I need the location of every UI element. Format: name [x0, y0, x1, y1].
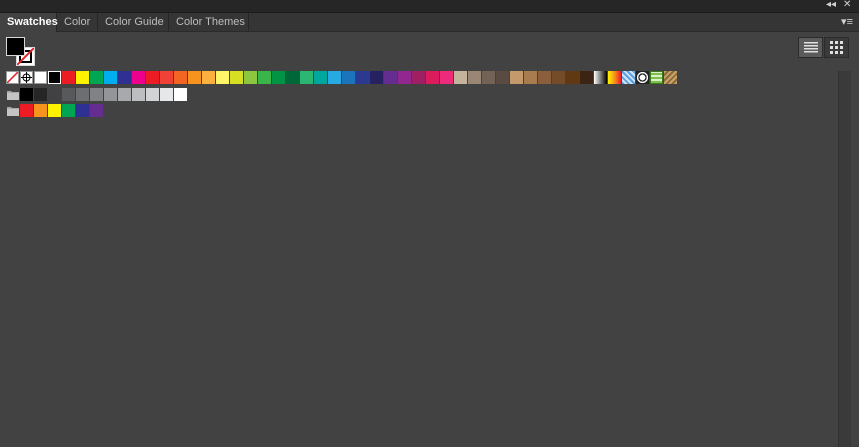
color-swatch[interactable] [146, 88, 159, 101]
color-swatch[interactable] [356, 71, 369, 84]
grays-swatches [20, 88, 188, 102]
color-swatch[interactable] [244, 71, 257, 84]
swatch-gradient-bw[interactable] [594, 71, 607, 84]
color-swatch[interactable] [62, 71, 75, 84]
color-swatch[interactable] [118, 71, 131, 84]
color-swatch[interactable] [524, 71, 537, 84]
tab-swatches[interactable]: Swatches [0, 13, 58, 32]
color-swatch[interactable] [76, 88, 89, 101]
close-panel-icon[interactable]: ✕ [843, 0, 851, 11]
color-swatch[interactable] [286, 71, 299, 84]
registration-icon [21, 72, 32, 83]
color-swatch[interactable] [160, 71, 173, 84]
list-view-button[interactable] [798, 37, 823, 58]
panel-tab-bar: Swatches Color Color Guide Color Themes … [0, 13, 859, 32]
vertical-scrollbar[interactable] [838, 71, 851, 447]
process-color-swatches [62, 71, 594, 85]
color-swatch[interactable] [90, 104, 103, 117]
none-icon [7, 72, 18, 83]
folder-shape-icon [6, 90, 19, 100]
color-swatch[interactable] [174, 71, 187, 84]
color-swatch[interactable] [398, 71, 411, 84]
collapse-panel-icon[interactable]: ◂◂ [826, 0, 836, 11]
color-swatch[interactable] [90, 71, 103, 84]
color-swatch[interactable] [20, 88, 33, 101]
tab-color[interactable]: Color [57, 13, 98, 31]
color-swatch[interactable] [370, 71, 383, 84]
color-swatch[interactable] [188, 71, 201, 84]
color-swatch[interactable] [146, 71, 159, 84]
color-swatch[interactable] [566, 71, 579, 84]
swatch-pattern-radial[interactable] [636, 71, 649, 84]
color-swatch[interactable] [132, 71, 145, 84]
color-swatch[interactable] [216, 71, 229, 84]
folder-icon[interactable] [6, 88, 19, 101]
color-swatch[interactable] [104, 88, 117, 101]
color-swatch[interactable] [342, 71, 355, 84]
color-swatch[interactable] [482, 71, 495, 84]
color-swatch[interactable] [34, 104, 47, 117]
color-swatch[interactable] [132, 88, 145, 101]
color-swatch[interactable] [90, 88, 103, 101]
swatch-none[interactable] [6, 71, 19, 84]
folder-icon[interactable] [6, 104, 19, 117]
panel-menu-icon[interactable]: ▾≡ [841, 14, 853, 30]
color-swatch[interactable] [510, 71, 523, 84]
color-swatch[interactable] [76, 104, 89, 117]
folder-shape-icon [6, 106, 19, 116]
swatch-black[interactable] [48, 71, 61, 84]
view-toggle [798, 37, 850, 59]
swatch-group-brights [6, 104, 104, 118]
color-swatch[interactable] [76, 71, 89, 84]
grid-view-button[interactable] [824, 37, 849, 58]
color-swatch[interactable] [258, 71, 271, 84]
color-swatch[interactable] [48, 104, 61, 117]
swatch-pattern-blue[interactable] [622, 71, 635, 84]
fill-swatch[interactable] [6, 37, 25, 56]
panel-title-bar: ◂◂ ✕ [0, 0, 859, 13]
color-swatch[interactable] [468, 71, 481, 84]
swatch-white[interactable] [34, 71, 47, 84]
color-swatch[interactable] [314, 71, 327, 84]
color-swatch[interactable] [48, 88, 61, 101]
swatch-pattern-green[interactable] [650, 71, 663, 84]
color-swatch[interactable] [174, 88, 187, 101]
tab-color-guide[interactable]: Color Guide [98, 13, 169, 31]
color-swatch[interactable] [552, 71, 565, 84]
color-swatch[interactable] [34, 88, 47, 101]
color-swatch[interactable] [496, 71, 509, 84]
grid-view-icon [830, 41, 843, 54]
color-swatch[interactable] [230, 71, 243, 84]
color-swatch[interactable] [426, 71, 439, 84]
color-swatch[interactable] [440, 71, 453, 84]
swatch-pattern-tan[interactable] [664, 71, 677, 84]
color-swatch[interactable] [328, 71, 341, 84]
color-swatch[interactable] [62, 104, 75, 117]
list-view-icon [803, 42, 818, 53]
color-swatch[interactable] [20, 104, 33, 117]
color-swatch[interactable] [160, 88, 173, 101]
color-swatch[interactable] [202, 71, 215, 84]
swatch-row-main [6, 71, 678, 85]
brights-swatches [20, 104, 104, 118]
swatch-gradient-orange[interactable] [608, 71, 621, 84]
color-swatch[interactable] [118, 88, 131, 101]
color-swatch[interactable] [272, 71, 285, 84]
swatch-registration[interactable] [20, 71, 33, 84]
swatch-group-grays [6, 88, 188, 102]
color-swatch[interactable] [104, 71, 117, 84]
tab-color-themes[interactable]: Color Themes [169, 13, 249, 31]
color-swatch[interactable] [454, 71, 467, 84]
fill-stroke-control [6, 37, 36, 67]
color-swatch[interactable] [580, 71, 593, 84]
color-swatch[interactable] [300, 71, 313, 84]
color-swatch[interactable] [62, 88, 75, 101]
color-swatch[interactable] [384, 71, 397, 84]
color-swatch[interactable] [412, 71, 425, 84]
color-swatch[interactable] [538, 71, 551, 84]
